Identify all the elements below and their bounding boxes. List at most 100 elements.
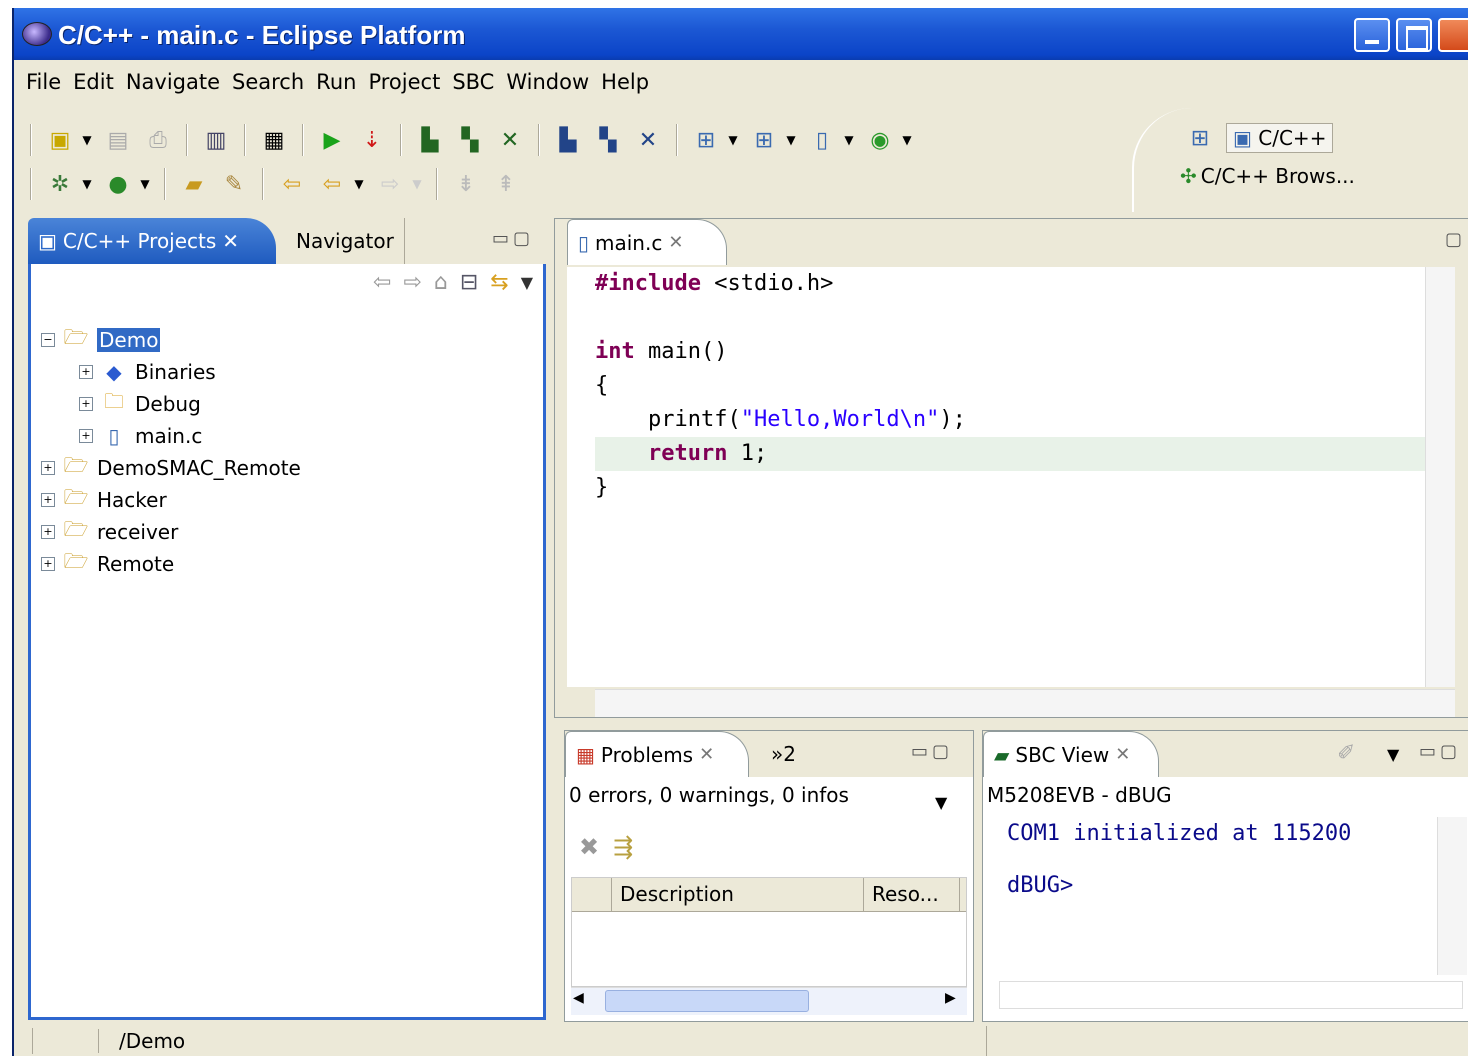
chevron-down-icon[interactable]: ▼: [842, 125, 856, 155]
expand-icon[interactable]: +: [79, 429, 93, 443]
expand-icon[interactable]: +: [41, 493, 55, 507]
menu-sbc[interactable]: SBC: [452, 66, 506, 100]
filter-icon[interactable]: ⇶: [613, 833, 633, 861]
expand-icon[interactable]: +: [41, 525, 55, 539]
column-icon[interactable]: [572, 878, 612, 911]
view-minimize-maximize-icon[interactable]: ▭▢: [492, 228, 534, 249]
perspective-c-cpp-browsing[interactable]: ✣ C/C++ Brows...: [1180, 164, 1386, 188]
delete-icon[interactable]: ✖: [579, 833, 599, 861]
close-tab-icon[interactable]: ✕: [1115, 744, 1130, 765]
tab-navigator[interactable]: Navigator: [286, 218, 405, 264]
last-edit-icon[interactable]: ⇦: [275, 169, 309, 199]
new-c-project-icon[interactable]: ⊞: [689, 125, 723, 155]
close-tab-icon[interactable]: ✕: [668, 232, 683, 253]
tree-item-remote[interactable]: + 🗁 Remote: [41, 548, 301, 580]
up-icon[interactable]: ⌂: [434, 270, 448, 295]
flash-program-icon[interactable]: ▙: [413, 125, 447, 155]
collapse-icon[interactable]: −: [41, 333, 55, 347]
chevron-down-icon[interactable]: ▼: [410, 169, 424, 199]
tab-c-cpp-projects[interactable]: ▣ C/C++ Projects ✕: [28, 218, 276, 264]
binary-build-icon[interactable]: ▥: [199, 125, 233, 155]
menu-run[interactable]: Run: [316, 66, 368, 100]
title-bar[interactable]: C/C++ - main.c - Eclipse Platform: [14, 8, 1468, 60]
tab-sbc-view[interactable]: ▰ SBC View ✕: [983, 731, 1159, 777]
chevron-down-icon[interactable]: ▼: [80, 125, 94, 155]
upload-erase-icon[interactable]: ✕: [631, 125, 665, 155]
open-perspective-icon[interactable]: ⊞: [1183, 123, 1217, 153]
upload-program-icon[interactable]: ▙: [551, 125, 585, 155]
menu-help[interactable]: Help: [601, 66, 661, 100]
chevron-down-icon[interactable]: ▼: [784, 125, 798, 155]
expand-icon[interactable]: +: [41, 461, 55, 475]
scrollbar-thumb[interactable]: [605, 990, 809, 1012]
tree-item-debug[interactable]: + 🗀 Debug: [41, 388, 301, 420]
expand-icon[interactable]: +: [79, 365, 93, 379]
scroll-left-icon[interactable]: ◀: [573, 990, 584, 1006]
editor-maximize-icon[interactable]: ▢: [1445, 229, 1466, 250]
open-project-icon[interactable]: ▰: [177, 169, 211, 199]
back-icon[interactable]: ⇦: [315, 169, 349, 199]
terminal-input[interactable]: [999, 981, 1463, 1009]
column-resource[interactable]: Reso...: [864, 878, 960, 911]
view-minimize-maximize-icon[interactable]: ▭▢: [1419, 741, 1461, 762]
terminal-output[interactable]: COM1 initialized at 115200 dBUG>: [999, 817, 1439, 975]
menu-window[interactable]: Window: [506, 66, 601, 100]
menu-file[interactable]: File: [26, 66, 73, 100]
view-minimize-maximize-icon[interactable]: ▭▢: [911, 741, 953, 762]
tab-main-c[interactable]: ▯ main.c ✕: [567, 219, 727, 265]
tree-item-demosmac-remote[interactable]: + 🗁 DemoSMAC_Remote: [41, 452, 301, 484]
column-description[interactable]: Description: [612, 878, 864, 911]
tab-overflow[interactable]: »2: [761, 731, 806, 777]
tree-item-hacker[interactable]: + 🗁 Hacker: [41, 484, 301, 516]
debug-bug-icon[interactable]: ✲: [43, 169, 77, 199]
editor-horizontal-scrollbar[interactable]: [595, 689, 1455, 717]
problems-horizontal-scrollbar[interactable]: ◀ ▶: [571, 987, 967, 1015]
scroll-right-icon[interactable]: ▶: [945, 990, 956, 1006]
perspective-c-cpp[interactable]: ▣ C/C++: [1226, 123, 1334, 153]
flash-binary-icon[interactable]: ▚: [453, 125, 487, 155]
new-cpp-project-icon[interactable]: ⊞: [747, 125, 781, 155]
menu-edit[interactable]: Edit: [73, 66, 126, 100]
save-icon[interactable]: ▤: [101, 125, 135, 155]
expand-icon[interactable]: +: [41, 557, 55, 571]
menu-search[interactable]: Search: [232, 66, 316, 100]
properties-icon[interactable]: ▦: [257, 125, 291, 155]
view-menu-icon[interactable]: ▼: [521, 273, 533, 292]
tree-item-demo[interactable]: − 🗁 Demo: [41, 324, 301, 356]
tree-item-main-c[interactable]: + ▯ main.c: [41, 420, 301, 452]
menu-project[interactable]: Project: [368, 66, 452, 100]
menu-navigate[interactable]: Navigate: [126, 66, 232, 100]
code-editor[interactable]: #include <stdio.h> int main() { printf("…: [567, 267, 1425, 687]
tree-item-binaries[interactable]: + ◆ Binaries: [41, 356, 301, 388]
flash-erase-icon[interactable]: ✕: [493, 125, 527, 155]
chevron-down-icon[interactable]: ▼: [138, 169, 152, 199]
minimize-button[interactable]: [1354, 18, 1390, 52]
chevron-down-icon[interactable]: ▼: [80, 169, 94, 199]
run-icon[interactable]: ▶: [315, 125, 349, 155]
previous-annotation-icon[interactable]: ⇞: [489, 169, 523, 199]
collapse-all-icon[interactable]: ⊟: [460, 270, 478, 295]
view-menu-icon[interactable]: ▼: [935, 793, 947, 812]
close-tab-icon[interactable]: ✕: [222, 229, 239, 253]
chevron-down-icon[interactable]: ▼: [900, 125, 914, 155]
forward-icon[interactable]: ⇨: [403, 270, 421, 295]
close-tab-icon[interactable]: ✕: [699, 744, 714, 765]
chevron-down-icon[interactable]: ▼: [352, 169, 366, 199]
close-button[interactable]: [1438, 18, 1468, 52]
run-external-icon[interactable]: ●: [101, 169, 135, 199]
next-annotation-icon[interactable]: ⇟: [449, 169, 483, 199]
expand-icon[interactable]: +: [79, 397, 93, 411]
debug-step-icon[interactable]: ⇣: [355, 125, 389, 155]
tree-item-receiver[interactable]: + 🗁 receiver: [41, 516, 301, 548]
pen-icon[interactable]: ✎: [217, 169, 251, 199]
back-icon[interactable]: ⇦: [373, 270, 391, 295]
terminal-vertical-scrollbar[interactable]: [1437, 817, 1467, 975]
forward-icon[interactable]: ⇨: [373, 169, 407, 199]
new-class-icon[interactable]: ◉: [863, 125, 897, 155]
editor-vertical-scrollbar[interactable]: [1425, 267, 1455, 687]
clear-icon[interactable]: ✐: [1337, 741, 1355, 766]
new-wizard-icon[interactable]: ▣: [43, 125, 77, 155]
upload-binary-icon[interactable]: ▚: [591, 125, 625, 155]
view-menu-icon[interactable]: ▼: [1387, 745, 1399, 764]
chevron-down-icon[interactable]: ▼: [726, 125, 740, 155]
